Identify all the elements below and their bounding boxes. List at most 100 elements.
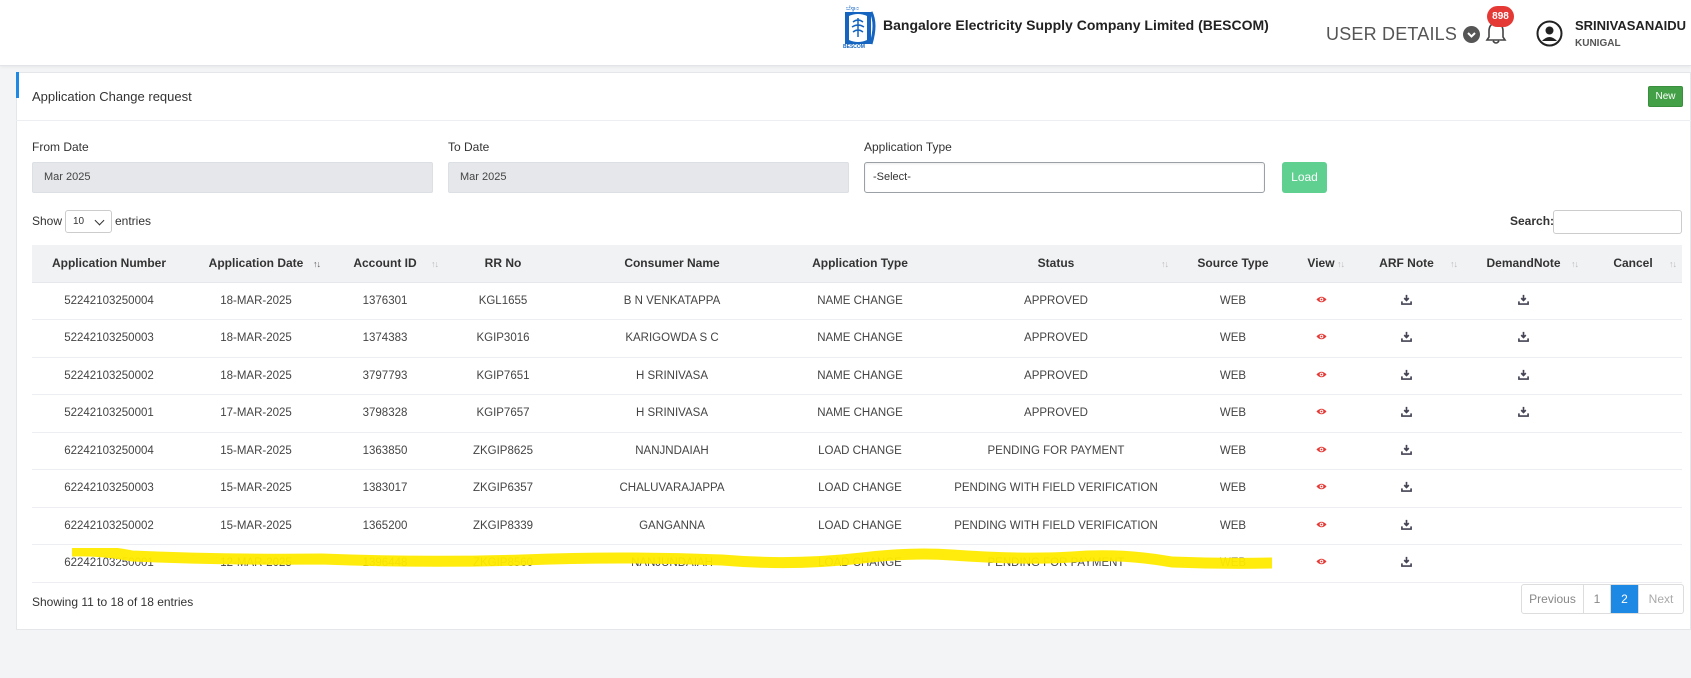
show-label: Show [32, 214, 63, 228]
sort-icon: ↑↓ [1450, 259, 1458, 269]
table-info: Showing 11 to 18 of 18 entries [32, 595, 194, 609]
page-1-button[interactable]: 1 [1584, 585, 1611, 613]
download-icon[interactable] [1518, 407, 1529, 420]
cancel-cell [1584, 394, 1682, 433]
next-button[interactable]: Next [1639, 585, 1683, 613]
search-input[interactable] [1553, 210, 1682, 234]
cell-name: B N VENKATAPPA [562, 282, 782, 320]
cancel-cell [1584, 544, 1682, 583]
arf-note-cell [1350, 319, 1463, 358]
column-header[interactable]: RR No [444, 245, 562, 283]
download-icon[interactable] [1401, 407, 1412, 420]
cell-type: NAME CHANGE [782, 357, 938, 395]
download-icon[interactable] [1401, 482, 1412, 495]
cell-source: WEB [1174, 319, 1292, 358]
download-icon[interactable] [1401, 294, 1412, 308]
download-icon[interactable] [1401, 557, 1412, 570]
column-header[interactable]: Consumer Name [562, 245, 782, 283]
cell-status: PENDING FOR PAYMENT [938, 544, 1174, 583]
cell-status: APPROVED [938, 282, 1174, 320]
column-header[interactable]: Status ↑↓ [938, 245, 1174, 283]
cell-date: 15-MAR-2025 [186, 469, 326, 508]
eye-icon[interactable] [1315, 333, 1327, 345]
view-cell [1292, 357, 1350, 395]
entries-label: entries [115, 214, 152, 228]
to-date-input[interactable]: Mar 2025 [448, 162, 849, 193]
table-header-row: Application Number Application Date ↑↓ Ac… [32, 245, 1682, 283]
eye-icon[interactable] [1315, 408, 1327, 420]
cell-app-no: 62242103250003 [32, 469, 186, 508]
cell-rr: ZKGIP8560 [444, 544, 562, 583]
eye-icon[interactable] [1315, 558, 1327, 570]
cell-app-no: 62242103250002 [32, 507, 186, 545]
column-header[interactable]: Application Date ↑↓ [186, 245, 326, 283]
cell-source: WEB [1174, 507, 1292, 545]
cancel-cell [1584, 319, 1682, 358]
download-icon[interactable] [1401, 444, 1412, 458]
cell-type: LOAD CHANGE [782, 432, 938, 470]
sort-icon: ↑↓ [1161, 259, 1169, 269]
table-row: 52242103250003 18-MAR-2025 1374383 KGIP3016… [32, 319, 1682, 358]
demand-note-cell [1463, 507, 1584, 545]
cell-status: APPROVED [938, 394, 1174, 433]
eye-icon[interactable] [1315, 446, 1327, 458]
eye-icon[interactable] [1315, 371, 1327, 383]
column-header[interactable]: Application Type [782, 245, 938, 283]
column-header[interactable]: Cancel ↑↓ [1584, 245, 1682, 283]
user-details-menu[interactable]: USER DETAILS [1326, 24, 1481, 45]
page-size-select[interactable]: 10 [65, 210, 112, 233]
eye-icon[interactable] [1315, 483, 1327, 495]
download-icon[interactable] [1401, 332, 1412, 345]
download-icon[interactable] [1518, 332, 1529, 345]
demand-note-cell [1463, 544, 1584, 583]
download-icon[interactable] [1401, 519, 1412, 533]
arf-note-cell [1350, 507, 1463, 545]
eye-icon[interactable] [1315, 521, 1327, 533]
arf-note-cell [1350, 544, 1463, 583]
download-icon[interactable] [1518, 294, 1529, 308]
sort-icon: ↑↓ [1337, 259, 1345, 269]
table-row: 52242103250002 18-MAR-2025 3797793 KGIP7651… [32, 357, 1682, 395]
bescom-logo: ಬೆಸ್ಕಾಂ BESCOM [843, 4, 877, 52]
card-accent-bar [16, 72, 19, 98]
column-header[interactable]: DemandNote ↑↓ [1463, 245, 1584, 283]
cell-date: 17-MAR-2025 [186, 394, 326, 433]
cell-date: 15-MAR-2025 [186, 507, 326, 545]
cell-name: CHALUVARAJAPPA [562, 469, 782, 508]
demand-note-cell [1463, 357, 1584, 395]
new-button[interactable]: New [1648, 86, 1683, 107]
application-type-select[interactable]: -Select- [864, 162, 1265, 193]
cell-status: PENDING FOR PAYMENT [938, 432, 1174, 470]
cell-app-no: 52242103250001 [32, 394, 186, 433]
download-icon[interactable] [1518, 369, 1529, 383]
arf-note-cell [1350, 357, 1463, 395]
cell-date: 18-MAR-2025 [186, 319, 326, 358]
cell-rr: ZKGIP6357 [444, 469, 562, 508]
sort-icon: ↑↓ [313, 259, 321, 269]
table-row: 62242103250002 15-MAR-2025 1365200 ZKGIP833… [32, 507, 1682, 545]
view-cell [1292, 319, 1350, 358]
cancel-cell [1584, 507, 1682, 545]
cancel-cell [1584, 432, 1682, 470]
column-header[interactable]: Application Number [32, 245, 186, 283]
column-header[interactable]: Account ID ↑↓ [326, 245, 444, 283]
cell-source: WEB [1174, 432, 1292, 470]
page-2-button[interactable]: 2 [1611, 585, 1639, 613]
cell-source: WEB [1174, 357, 1292, 395]
load-button[interactable]: Load [1282, 162, 1327, 193]
download-icon[interactable] [1401, 369, 1412, 383]
cell-account: 1396448 [326, 544, 444, 583]
eye-icon[interactable] [1315, 296, 1327, 308]
cell-app-no: 62242103250001 [32, 544, 186, 583]
cell-account: 3797793 [326, 357, 444, 395]
cancel-cell [1584, 282, 1682, 320]
cell-date: 12-MAR-2025 [186, 544, 326, 583]
previous-button[interactable]: Previous [1522, 585, 1584, 613]
cell-rr: KGL1655 [444, 282, 562, 320]
from-date-input[interactable]: Mar 2025 [32, 162, 433, 193]
cell-name: H SRINIVASA [562, 357, 782, 395]
avatar-icon[interactable] [1536, 20, 1563, 47]
column-header[interactable]: Source Type [1174, 245, 1292, 283]
column-header[interactable]: View ↑↓ [1292, 245, 1350, 283]
column-header[interactable]: ARF Note ↑↓ [1350, 245, 1463, 283]
